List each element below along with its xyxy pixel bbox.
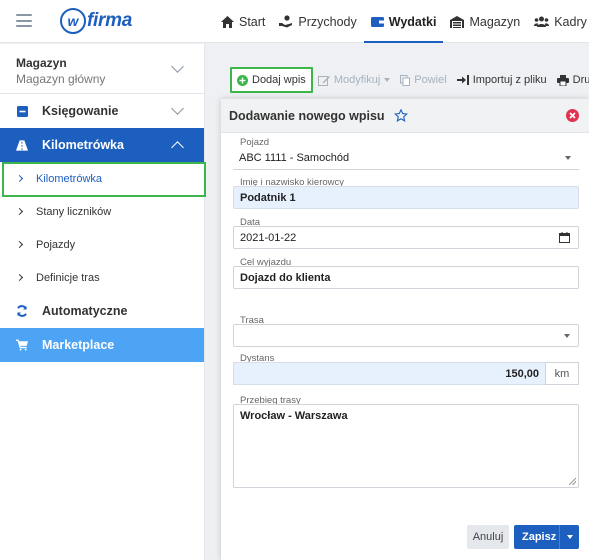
- sidebar-item-mileage[interactable]: Kilometrówka: [0, 162, 206, 197]
- sidebar: Magazyn Magazyn główny Księgowanie Kilom…: [0, 44, 206, 560]
- plus-circle-icon: [237, 74, 248, 86]
- logo-text: firma: [87, 10, 132, 31]
- route-course-value: Wrocław - Warszawa: [240, 410, 348, 422]
- toolbar: Dodaj wpis Modyfikuj Powiel Importuj z p…: [230, 67, 589, 93]
- purpose-value: Dojazd do klienta: [240, 271, 331, 284]
- nav-start-label: Start: [239, 14, 266, 29]
- caret-down-icon: [384, 78, 391, 82]
- caret-down-icon: [566, 535, 573, 539]
- sidebar-section-mileage[interactable]: Kilometrówka: [0, 128, 204, 162]
- logo-mark: w: [60, 8, 86, 34]
- dialog-header: Dodawanie nowego wpisu: [221, 99, 589, 133]
- dialog-title: Dodawanie nowego wpisu: [229, 108, 385, 123]
- sidebar-section-mileage-label: Kilometrówka: [42, 138, 124, 152]
- chevron-right-icon: [15, 174, 24, 183]
- vehicle-select[interactable]: ABC 1111 - Samochód: [233, 147, 579, 170]
- nav-hr[interactable]: Kadry: [527, 0, 589, 43]
- top-bar: w firma Start Przychody Wydatki Magazyn …: [0, 0, 589, 43]
- import-label: Importuj z pliku: [472, 74, 547, 86]
- sidebar-item-route-definitions[interactable]: Definicje tras: [0, 261, 204, 294]
- sidebar-section-automatic[interactable]: Automatyczne: [0, 294, 204, 328]
- duplicate-label: Powiel: [414, 74, 447, 86]
- sidebar-section-marketplace-label: Marketplace: [42, 338, 115, 352]
- main-nav: Start Przychody Wydatki Magazyn Kadry: [214, 0, 589, 43]
- cart-icon: [16, 339, 28, 351]
- logo[interactable]: w firma: [60, 8, 132, 34]
- new-entry-dialog: Dodawanie nowego wpisu Pojazd ABC 1111 -…: [221, 99, 589, 560]
- sidebar-item-label: Definicje tras: [36, 271, 100, 284]
- sidebar-section-accounting[interactable]: Księgowanie: [0, 94, 204, 128]
- copy-icon: [400, 74, 411, 86]
- date-input[interactable]: 2021-01-22: [233, 226, 579, 249]
- chevron-right-icon: [15, 273, 24, 282]
- print-button[interactable]: Drukuj: [552, 67, 589, 93]
- modify-button[interactable]: Modyfikuj: [313, 67, 395, 93]
- nav-hr-label: Kadry: [554, 14, 587, 29]
- edit-icon: [317, 75, 330, 86]
- route-course-textarea[interactable]: Wrocław - Warszawa: [233, 404, 579, 488]
- star-icon[interactable]: [393, 109, 408, 122]
- add-entry-button[interactable]: Dodaj wpis: [230, 67, 313, 93]
- warehouse-name: Magazyn główny: [16, 72, 106, 86]
- distance-input-group: 150,00 km: [233, 362, 579, 385]
- save-options-toggle[interactable]: [559, 525, 579, 549]
- nav-warehouse-label: Magazyn: [469, 14, 521, 29]
- chevron-right-icon: [15, 207, 24, 216]
- sidebar-item-meter-readings[interactable]: Stany liczników: [0, 195, 204, 228]
- menu-toggle-icon[interactable]: [16, 14, 32, 27]
- driver-input[interactable]: Podatnik 1: [233, 186, 579, 209]
- printer-icon: [556, 74, 569, 86]
- chevron-up-icon: [171, 141, 184, 154]
- hand-coin-icon: [279, 15, 293, 28]
- add-entry-label: Dodaj wpis: [252, 74, 306, 86]
- sidebar-section-automatic-label: Automatyczne: [42, 304, 128, 318]
- chevron-down-icon: [171, 102, 184, 115]
- purpose-input[interactable]: Dojazd do klienta: [233, 266, 579, 289]
- home-icon: [221, 15, 234, 28]
- sidebar-item-label: Kilometrówka: [36, 172, 103, 185]
- distance-unit: km: [545, 362, 579, 385]
- warehouse-selector[interactable]: Magazyn Magazyn główny: [0, 44, 204, 94]
- save-label: Zapisz: [522, 531, 557, 543]
- cancel-button[interactable]: Anuluj: [467, 525, 509, 549]
- sidebar-item-vehicles[interactable]: Pojazdy: [0, 228, 204, 261]
- duplicate-button[interactable]: Powiel: [395, 67, 451, 93]
- warehouse-title: Magazyn: [16, 56, 67, 70]
- sidebar-item-label: Pojazdy: [36, 238, 76, 251]
- save-button[interactable]: Zapisz: [514, 525, 579, 549]
- nav-start[interactable]: Start: [214, 0, 272, 43]
- nav-income-label: Przychody: [298, 14, 357, 29]
- distance-value: 150,00: [505, 367, 539, 380]
- import-icon: [456, 75, 469, 85]
- wallet-icon: [370, 16, 384, 28]
- resize-handle-icon[interactable]: [569, 478, 576, 485]
- nav-warehouse[interactable]: Magazyn: [443, 0, 527, 43]
- import-button[interactable]: Importuj z pliku: [452, 67, 552, 93]
- calendar-icon[interactable]: [559, 232, 570, 243]
- minus-square-icon: [16, 105, 28, 117]
- print-label: Drukuj: [572, 74, 589, 86]
- warehouse-icon: [450, 15, 465, 28]
- sidebar-section-accounting-label: Księgowanie: [42, 104, 119, 118]
- chevron-right-icon: [15, 240, 24, 249]
- sidebar-item-label: Stany liczników: [36, 205, 112, 218]
- close-icon[interactable]: [566, 109, 579, 122]
- modify-label: Modyfikuj: [333, 74, 381, 86]
- sidebar-section-marketplace[interactable]: Marketplace: [0, 328, 204, 362]
- nav-expenses[interactable]: Wydatki: [363, 0, 444, 43]
- date-value: 2021-01-22: [240, 231, 297, 244]
- users-icon: [534, 16, 550, 27]
- driver-value: Podatnik 1: [240, 191, 296, 204]
- route-select[interactable]: [233, 324, 579, 347]
- vehicle-value: ABC 1111 - Samochód: [239, 152, 350, 164]
- distance-input[interactable]: 150,00: [233, 362, 545, 385]
- nav-expenses-label: Wydatki: [388, 14, 437, 29]
- nav-income[interactable]: Przychody: [272, 0, 363, 43]
- caret-down-icon: [564, 334, 570, 338]
- caret-down-icon: [565, 156, 571, 160]
- sync-icon: [16, 305, 28, 317]
- road-icon: [16, 139, 28, 151]
